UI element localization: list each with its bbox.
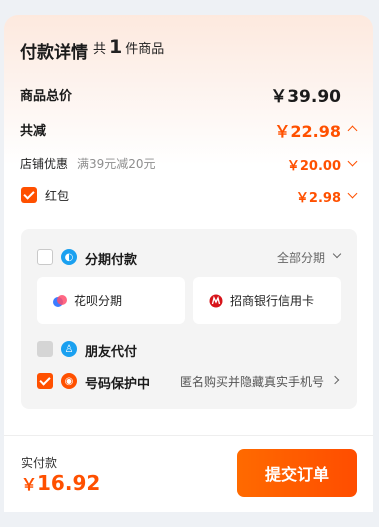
pay-amount: ￥16.92 <box>21 471 100 495</box>
total-price-label: 商品总价 <box>20 89 73 104</box>
friend-pay-label[interactable]: 朋友代付 <box>85 341 137 360</box>
redpacket-value[interactable]: ￥2.98 <box>296 187 341 206</box>
huabei-icon <box>53 294 67 307</box>
option-label-cmb: 招商银行信用卡 <box>230 294 315 308</box>
all-installments-link[interactable]: 全部分期 <box>277 249 325 266</box>
item-count: 共 1 件商品 <box>93 36 164 58</box>
pay-currency: ￥ <box>21 475 38 494</box>
option-card-huabei[interactable]: 花呗分期 <box>37 277 185 324</box>
discount-value[interactable]: ￥22.98 <box>274 118 341 142</box>
number-protect-label[interactable]: 号码保护中 <box>85 373 150 392</box>
friend-pay-checkbox[interactable] <box>37 341 53 357</box>
pay-label: 实付款 <box>21 456 58 470</box>
pay-amount-value: 16.92 <box>37 471 101 495</box>
option-label-huabei: 花呗分期 <box>74 294 123 308</box>
submit-order-button[interactable]: 提交订单 <box>237 449 357 497</box>
cmb-bank-icon <box>209 294 223 307</box>
redpacket-checkbox[interactable] <box>21 187 37 203</box>
number-protect-desc[interactable]: 匿名购买并隐藏真实手机号 <box>180 373 324 390</box>
store-discount-desc: 满39元减20元 <box>77 157 156 171</box>
total-price-value: ￥39.90 <box>270 87 341 107</box>
installment-label[interactable]: 分期付款 <box>85 249 137 268</box>
number-protect-checkbox[interactable] <box>37 373 53 389</box>
friend-pay-icon: ♙ <box>61 341 77 357</box>
shield-icon: ◉ <box>61 373 77 389</box>
option-card-cmb[interactable]: 招商银行信用卡 <box>193 277 341 324</box>
discount-label[interactable]: 共减 <box>20 120 46 139</box>
store-discount-value[interactable]: ￥20.00 <box>287 155 341 174</box>
page-title: 付款详情 <box>20 43 88 63</box>
item-count-prefix: 共 <box>93 42 107 57</box>
redpacket-label: 红包 <box>45 189 70 203</box>
item-count-number: 1 <box>109 36 123 58</box>
item-count-suffix: 件商品 <box>125 42 165 57</box>
installment-checkbox[interactable] <box>37 249 53 265</box>
installment-icon: ◐ <box>61 249 77 265</box>
store-discount-label: 店铺优惠 <box>20 157 69 171</box>
